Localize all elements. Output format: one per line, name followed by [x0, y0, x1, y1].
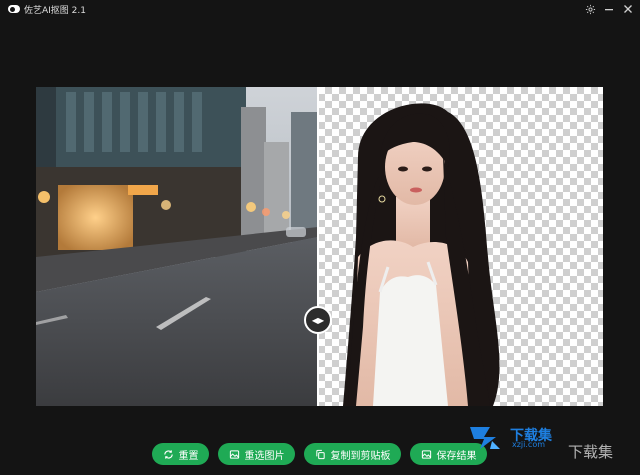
comparison-canvas[interactable]: ◀ ▶	[36, 87, 603, 406]
compare-slider-handle[interactable]: ◀ ▶	[304, 306, 332, 334]
watermark-logo-icon	[470, 427, 500, 449]
watermark-brand-large: 下载集	[568, 443, 614, 461]
watermark-url: xzji.com	[512, 440, 546, 449]
reselect-image-button[interactable]: 重选图片	[218, 443, 295, 465]
minimize-icon[interactable]	[601, 1, 617, 17]
watermark: 下载集 xzji.com 下载集	[468, 425, 638, 471]
reselect-label: 重选图片	[244, 450, 285, 462]
comparison-divider	[317, 87, 319, 406]
app-title: 佐艺AI抠图 2.1	[24, 6, 86, 16]
app-logo-icon	[8, 5, 20, 13]
copy-icon	[315, 449, 325, 459]
original-image	[36, 87, 318, 406]
title-bar: 佐艺AI抠图 2.1	[0, 0, 640, 18]
save-image-icon	[421, 449, 431, 459]
image-icon	[229, 449, 239, 459]
close-icon[interactable]	[620, 1, 636, 17]
reset-button[interactable]: 重置	[152, 443, 209, 465]
result-image	[318, 87, 603, 406]
gear-icon[interactable]	[582, 1, 598, 17]
copy-to-clipboard-button[interactable]: 复制到剪贴板	[304, 443, 401, 465]
right-arrow-icon: ▶	[318, 315, 325, 325]
copy-label: 复制到剪贴板	[330, 450, 391, 462]
refresh-icon	[163, 449, 173, 459]
reset-label: 重置	[178, 450, 199, 462]
